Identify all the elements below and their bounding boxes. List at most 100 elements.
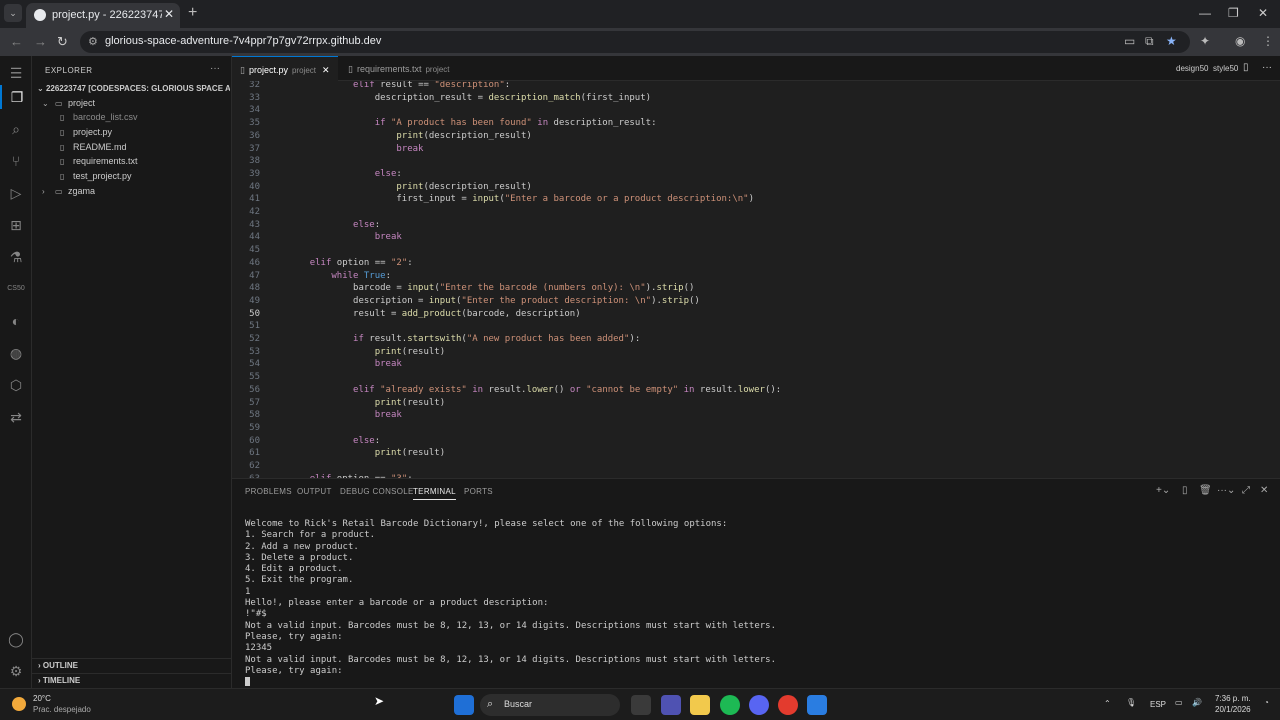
code-line[interactable]: 45 bbox=[232, 244, 1280, 257]
weather-desc[interactable]: Prac. despejado bbox=[33, 705, 91, 714]
code-line[interactable]: 58 break bbox=[232, 409, 1280, 422]
cs50-icon[interactable]: CS50 bbox=[0, 277, 32, 301]
site-info-icon[interactable]: ⚙ bbox=[88, 35, 98, 48]
code-text[interactable]: print(result) bbox=[288, 346, 445, 359]
code-line[interactable]: 59 bbox=[232, 422, 1280, 435]
file-requirements[interactable]: ▯ requirements.txt bbox=[60, 156, 138, 170]
source-control-icon[interactable]: ⑂ bbox=[0, 149, 32, 173]
volume-icon[interactable]: 🔊 bbox=[1192, 698, 1202, 707]
forward-icon[interactable]: → bbox=[34, 34, 47, 49]
editor-tab-requirements[interactable]: ▯ requirements.txt project bbox=[340, 56, 465, 81]
code-text[interactable]: elif option == "2": bbox=[288, 257, 413, 270]
code-line[interactable]: 43 else: bbox=[232, 219, 1280, 232]
file-project-py[interactable]: ▯ project.py bbox=[60, 127, 112, 141]
code-line[interactable]: 55 bbox=[232, 371, 1280, 384]
code-text[interactable]: first_input = input("Enter a barcode or … bbox=[288, 193, 754, 206]
code-line[interactable]: 57 print(result) bbox=[232, 397, 1280, 410]
restore-icon[interactable]: ❐ bbox=[1228, 6, 1239, 20]
code-text[interactable]: while True: bbox=[288, 270, 391, 283]
trash-icon[interactable]: 🗑 bbox=[1199, 485, 1212, 496]
code-text[interactable]: print(description_result) bbox=[288, 181, 531, 194]
minimize-icon[interactable]: — bbox=[1199, 6, 1211, 20]
code-line[interactable]: 48 barcode = input("Enter the barcode (n… bbox=[232, 282, 1280, 295]
extensions-icon[interactable]: ✦ bbox=[1200, 34, 1210, 48]
code-editor[interactable]: 32 elif result == "description": 33 descr… bbox=[232, 81, 1280, 478]
code-line[interactable]: 39 else: bbox=[232, 168, 1280, 181]
settings-gear-icon[interactable]: ⚙ bbox=[0, 659, 32, 683]
start-windows-icon[interactable] bbox=[454, 695, 474, 715]
code-text[interactable]: print(result) bbox=[288, 447, 445, 460]
tab-debug-console[interactable]: DEBUG CONSOLE bbox=[340, 487, 414, 496]
duck-icon[interactable]: ◐ bbox=[0, 309, 32, 333]
code-line[interactable]: 37 break bbox=[232, 143, 1280, 156]
code-text[interactable]: else: bbox=[288, 435, 380, 448]
more-actions-icon[interactable]: ···⌄ bbox=[1217, 485, 1235, 496]
code-line[interactable]: 50 result = add_product(barcode, descrip… bbox=[232, 308, 1280, 321]
maximize-panel-icon[interactable]: ⤢ bbox=[1242, 485, 1250, 496]
code-line[interactable]: 35 if "A product has been found" in desc… bbox=[232, 117, 1280, 130]
code-text[interactable]: if result.startswith("A new product has … bbox=[288, 333, 640, 346]
file-readme[interactable]: ▯ README.md bbox=[60, 142, 127, 156]
code-line[interactable]: 42 bbox=[232, 206, 1280, 219]
chrome-icon[interactable] bbox=[778, 695, 798, 715]
tab-terminal[interactable]: TERMINAL bbox=[413, 487, 456, 500]
bookmark-star-icon[interactable]: ★ bbox=[1166, 34, 1177, 48]
weather-temp[interactable]: 20°C bbox=[33, 694, 51, 703]
code-text[interactable]: else: bbox=[288, 168, 402, 181]
more-actions-icon[interactable]: ··· bbox=[1262, 62, 1272, 73]
code-line[interactable]: 33 description_result = description_matc… bbox=[232, 92, 1280, 105]
code-text[interactable]: elif "already exists" in result.lower() … bbox=[288, 384, 781, 397]
code-line[interactable]: 32 elif result == "description": bbox=[232, 81, 1280, 92]
style50-button[interactable]: style50 bbox=[1213, 64, 1238, 73]
editor-tab-project-py[interactable]: ▯ project.py project ✕ bbox=[232, 56, 338, 81]
code-line[interactable]: 54 break bbox=[232, 358, 1280, 371]
reload-icon[interactable]: ↻ bbox=[57, 34, 68, 50]
code-text[interactable]: description = input("Enter the product d… bbox=[288, 295, 700, 308]
folder-zgama[interactable]: › ▭ zgama bbox=[42, 186, 95, 200]
testing-icon[interactable]: ⚗ bbox=[0, 245, 32, 269]
code-text[interactable]: description_result = description_match(f… bbox=[288, 92, 651, 105]
teams-icon[interactable] bbox=[661, 695, 681, 715]
weather-sun-icon[interactable] bbox=[12, 697, 26, 711]
design50-button[interactable]: design50 bbox=[1176, 64, 1208, 73]
code-line[interactable]: 47 while True: bbox=[232, 270, 1280, 283]
code-text[interactable]: barcode = input("Enter the barcode (numb… bbox=[288, 282, 694, 295]
workspace-header[interactable]: ⌄ 226223747 [CODESPACES: GLORIOUS SPACE … bbox=[37, 84, 230, 93]
menu-icon[interactable]: ☰ bbox=[0, 61, 32, 85]
tab-ports[interactable]: PORTS bbox=[464, 487, 493, 496]
tab-search-button[interactable]: ⌄ bbox=[4, 4, 22, 22]
code-text[interactable]: print(description_result) bbox=[288, 130, 531, 143]
code-line[interactable]: 36 print(description_result) bbox=[232, 130, 1280, 143]
network-icon[interactable]: ▭ bbox=[1175, 698, 1183, 707]
code-line[interactable]: 38 bbox=[232, 155, 1280, 168]
discord-icon[interactable] bbox=[749, 695, 769, 715]
code-line[interactable]: 56 elif "already exists" in result.lower… bbox=[232, 384, 1280, 397]
remote-icon[interactable]: ⇄ bbox=[0, 405, 32, 429]
run-debug-icon[interactable]: ▷ bbox=[0, 181, 32, 205]
install-app-icon[interactable]: ⧉ bbox=[1145, 34, 1154, 49]
split-editor-icon[interactable]: ▯ bbox=[1243, 62, 1249, 73]
show-hidden-icons-icon[interactable]: ⌃ bbox=[1104, 699, 1111, 708]
back-icon[interactable]: ← bbox=[10, 34, 23, 49]
outline-section[interactable]: › OUTLINE bbox=[32, 658, 232, 673]
new-tab-button[interactable]: + bbox=[188, 4, 197, 22]
tab-problems[interactable]: PROBLEMS bbox=[245, 487, 292, 496]
profile-icon[interactable]: ◉ bbox=[1235, 34, 1245, 48]
clock-time[interactable]: 7:36 p. m. bbox=[1215, 694, 1251, 703]
clock-date[interactable]: 20/1/2026 bbox=[1215, 705, 1251, 714]
extensions-view-icon[interactable]: ⊞ bbox=[0, 213, 32, 237]
code-text[interactable]: break bbox=[288, 231, 402, 244]
cube-icon[interactable]: ⬡ bbox=[0, 373, 32, 397]
code-line[interactable]: 52 if result.startswith("A new product h… bbox=[232, 333, 1280, 346]
file-test-project[interactable]: ▯ test_project.py bbox=[60, 171, 132, 185]
code-line[interactable]: 34 bbox=[232, 104, 1280, 117]
split-terminal-icon[interactable]: ▯ bbox=[1182, 485, 1188, 496]
code-line[interactable]: 51 bbox=[232, 320, 1280, 333]
code-text[interactable]: break bbox=[288, 143, 423, 156]
tab-output[interactable]: OUTPUT bbox=[297, 487, 332, 496]
spotify-icon[interactable] bbox=[720, 695, 740, 715]
reading-mode-icon[interactable]: ▭ bbox=[1124, 34, 1135, 48]
code-text[interactable]: break bbox=[288, 358, 402, 371]
code-line[interactable]: 40 print(description_result) bbox=[232, 181, 1280, 194]
new-terminal-icon[interactable]: +⌄ bbox=[1156, 485, 1170, 496]
